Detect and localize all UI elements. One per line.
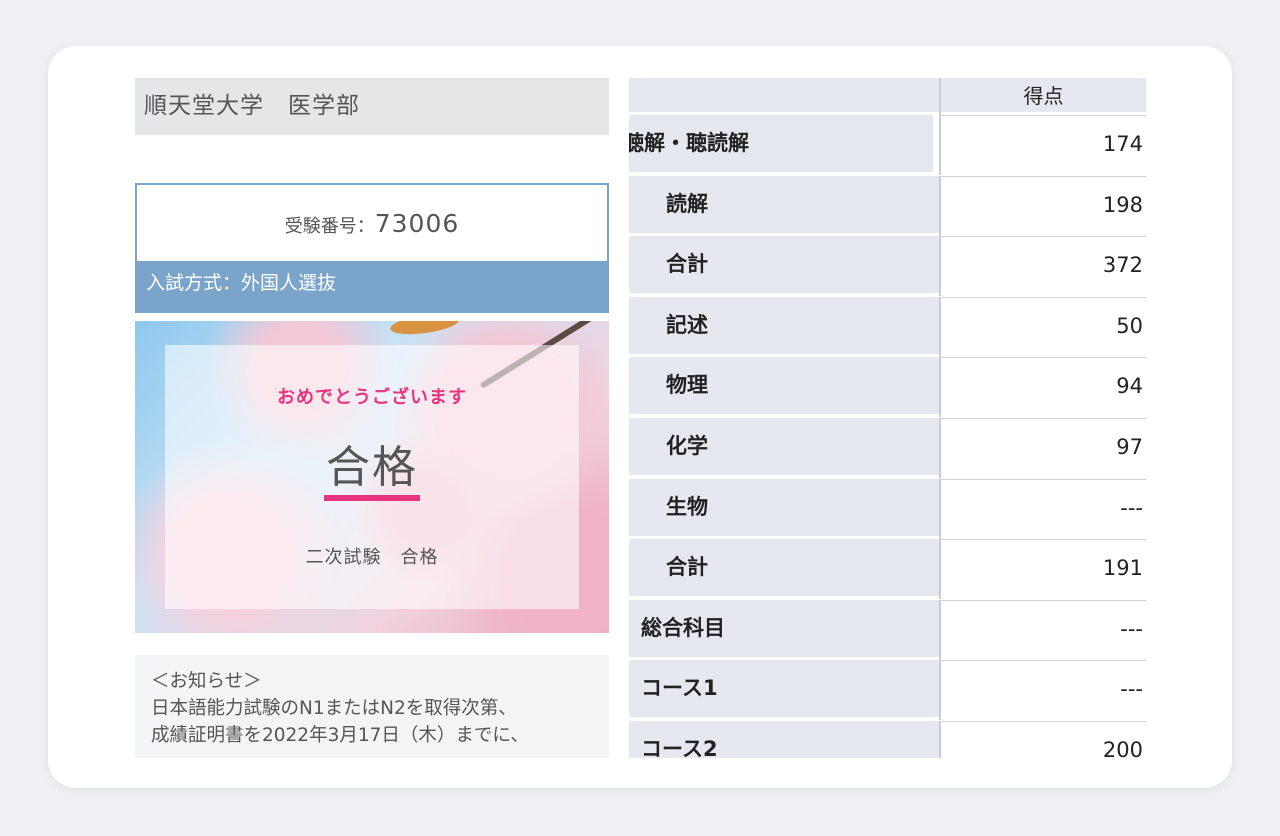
notice-line: 成績証明書を2022年3月17日（木）までに、: [151, 725, 529, 746]
score-row: 総合科目 ---: [629, 599, 1146, 660]
notice-box: ＜お知らせ＞ 日本語能力試験のN1またはN2を取得次第、 成績証明書を2022年…: [135, 655, 609, 758]
notice-line: 日本語能力試験のN1またはN2を取得次第、: [151, 698, 517, 719]
score-value: ---: [941, 599, 1146, 657]
second-exam-result: 二次試験 合格: [305, 547, 439, 568]
sakura-banner: おめでとうございます 合格 二次試験 合格: [135, 321, 609, 633]
pass-result: 合格: [326, 442, 418, 493]
score-table-header: 得点: [629, 78, 1146, 115]
score-row: コース2 200: [629, 721, 1146, 758]
congrats-text: おめでとうございます: [277, 387, 467, 408]
score-value: 50: [941, 296, 1146, 354]
score-label: 合計: [629, 236, 976, 294]
score-value: 372: [941, 236, 1146, 294]
score-row: 記述 50: [629, 296, 1146, 357]
score-row: 合計 372: [629, 236, 1146, 297]
header-label-cell: [629, 78, 939, 112]
score-value: 174: [941, 115, 1146, 172]
score-row: 聴解・聴読解 174: [629, 115, 1146, 175]
score-label: 総合科目: [629, 599, 951, 657]
score-label: 化学: [629, 418, 976, 475]
leaf-decoration: [389, 321, 461, 338]
score-row: 読解 198: [629, 175, 1146, 236]
exam-number-label: 受験番号：: [284, 216, 375, 237]
admission-method: 入試方式：外国人選抜: [135, 261, 609, 313]
score-label: 合計: [629, 539, 976, 597]
pass-underline: [324, 495, 420, 501]
score-label: 生物: [629, 478, 976, 536]
score-label: コース2: [629, 721, 951, 758]
score-row: 物理 94: [629, 357, 1146, 418]
exam-info-box: 受験番号：73006 入試方式：外国人選抜: [135, 183, 609, 313]
exam-number: 73006: [374, 209, 460, 238]
score-table: 得点 聴解・聴読解 174 読解 198 合計 372 記述 50 物理 94 化学 97 生物 --- 合…: [629, 78, 1146, 758]
score-row: コース1 ---: [629, 660, 1146, 721]
score-row: 化学 97: [629, 418, 1146, 478]
score-label: コース1: [629, 660, 951, 718]
score-label: 物理: [629, 357, 976, 415]
score-value: 97: [941, 418, 1146, 475]
university-title: 順天堂大学 医学部: [135, 78, 609, 135]
score-value: 94: [941, 357, 1146, 415]
score-label: 聴解・聴読解: [629, 115, 933, 172]
score-label: 読解: [629, 175, 976, 233]
score-row: 合計 191: [629, 539, 1146, 600]
score-value: ---: [941, 478, 1146, 536]
score-value: 198: [941, 175, 1146, 233]
score-value: 191: [941, 539, 1146, 597]
exam-number-line: 受験番号：73006: [137, 185, 607, 261]
score-value: 200: [941, 721, 1146, 758]
notice-heading: ＜お知らせ＞: [151, 671, 262, 692]
score-row: 生物 ---: [629, 478, 1146, 539]
result-overlay: おめでとうございます 合格 二次試験 合格: [165, 345, 579, 609]
score-header: 得点: [941, 78, 1146, 112]
score-value: ---: [941, 660, 1146, 718]
score-label: 記述: [629, 296, 976, 354]
